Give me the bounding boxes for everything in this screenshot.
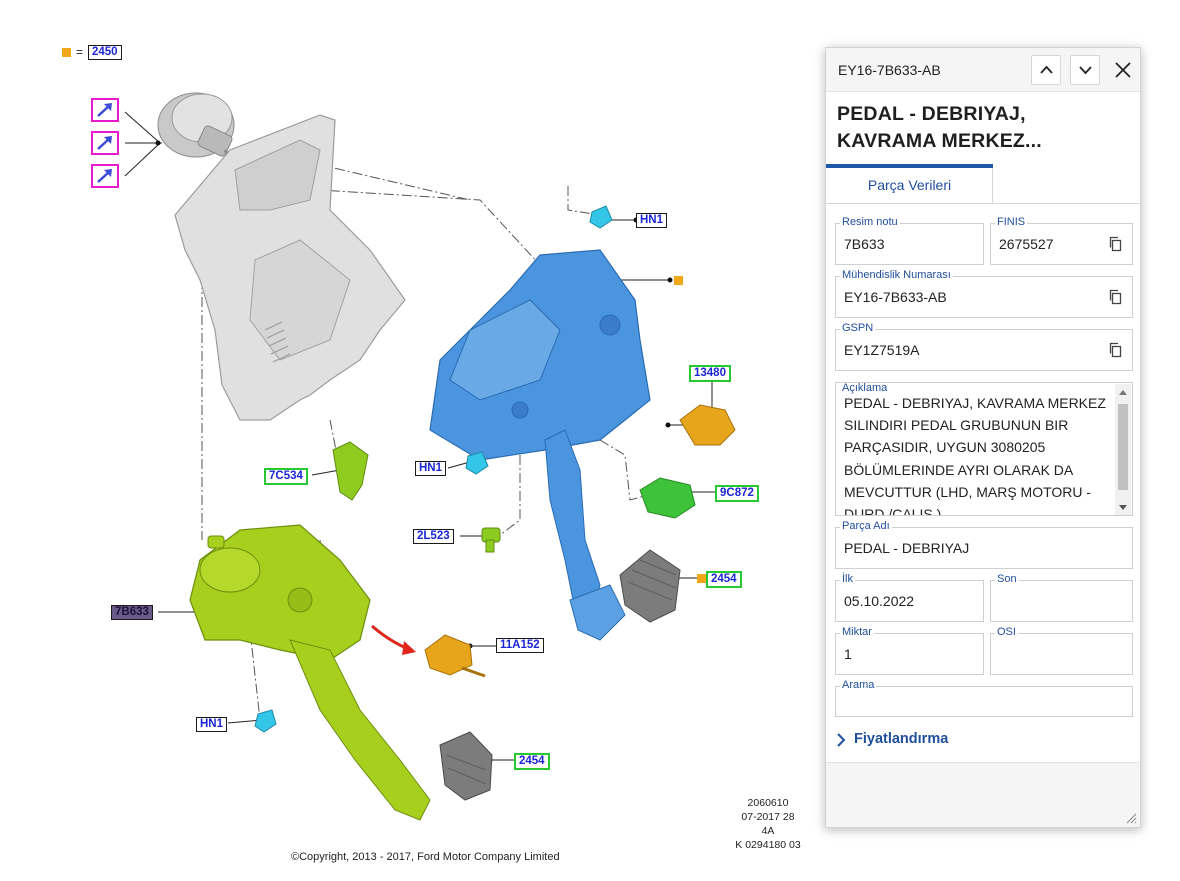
panel-header: EY16-7B633-AB xyxy=(826,48,1140,92)
part-marker xyxy=(697,574,706,583)
field-value: EY16-7B633-AB xyxy=(844,289,947,305)
ref-line: 4A xyxy=(761,825,775,837)
callout-7b633[interactable]: 7B633 xyxy=(111,605,153,620)
callout-hn1-mid[interactable]: HN1 xyxy=(415,461,447,476)
field-value: 05.10.2022 xyxy=(844,593,915,609)
field-label: Parça Adı xyxy=(840,520,892,533)
diagram-reference: 2060610 07-2017 28 4A K 0294180 03 xyxy=(728,796,808,852)
tab-bar: Parça Verileri xyxy=(826,164,1140,204)
muhendislik-numarasi-field[interactable]: Mühendislik Numarası EY16-7B633-AB xyxy=(835,269,1133,318)
legend-callout[interactable]: 2450 xyxy=(88,45,122,60)
clip-top xyxy=(589,205,613,229)
callout-hn1-top[interactable]: HN1 xyxy=(636,213,668,228)
hand-icon[interactable] xyxy=(91,164,119,188)
callout-11a152[interactable]: 11A152 xyxy=(496,638,544,653)
field-value: EY1Z7519A xyxy=(844,342,920,358)
arama-field[interactable]: Arama xyxy=(835,679,1133,717)
scroll-down-icon[interactable] xyxy=(1119,505,1127,510)
field-label: Resim notu xyxy=(840,216,900,229)
miktar-field[interactable]: Miktar 1 xyxy=(835,626,984,675)
aciklama-textarea[interactable]: Açıklama PEDAL - DEBRIYAJ, KAVRAMA MERKE… xyxy=(835,382,1133,516)
bolt-2l523 xyxy=(481,527,501,553)
chevron-right-icon xyxy=(837,733,846,747)
clutch-pedal-pad xyxy=(439,731,493,801)
legend-marker xyxy=(62,48,71,57)
callout-7c534[interactable]: 7C534 xyxy=(264,468,308,485)
scroll-thumb[interactable] xyxy=(1118,404,1128,490)
callout-hn1-bottom[interactable]: HN1 xyxy=(196,717,228,732)
ref-line: 07-2017 28 xyxy=(741,811,795,823)
hand-icon[interactable] xyxy=(91,131,119,155)
clip-bottom xyxy=(254,709,277,733)
copy-icon[interactable] xyxy=(1108,236,1124,252)
copyright: ©Copyright, 2013 - 2017, Ford Motor Comp… xyxy=(291,851,560,863)
callout-9c872[interactable]: 9C872 xyxy=(715,485,759,502)
field-label: Son xyxy=(995,573,1019,586)
tab-parca-verileri[interactable]: Parça Verileri xyxy=(826,164,993,204)
chevron-up-icon xyxy=(1040,65,1053,74)
parts-diagram: = 2450 HN1 13480 HN1 9C872 7C534 2L523 2… xyxy=(0,0,820,881)
finis-field[interactable]: FINIS 2675527 xyxy=(990,216,1133,265)
tab-label: Parça Verileri xyxy=(867,177,952,193)
ilk-field[interactable]: İlk 05.10.2022 xyxy=(835,573,984,622)
textarea-value: PEDAL - DEBRIYAJ, KAVRAMA MERKEZ SILINDI… xyxy=(844,395,1106,516)
field-label: İlk xyxy=(840,573,855,586)
chevron-down-icon xyxy=(1079,66,1092,75)
close-button[interactable] xyxy=(1108,55,1138,85)
sensor-9c872 xyxy=(639,477,696,519)
field-label: Arama xyxy=(840,679,877,692)
switch-13480 xyxy=(679,404,736,446)
field-value: PEDAL - DEBRIYAJ xyxy=(844,540,970,556)
previous-button[interactable] xyxy=(1031,55,1061,85)
panel-footer xyxy=(826,762,1140,827)
osi-field[interactable]: OSI xyxy=(990,626,1133,675)
part-title: PEDAL - DEBRIYAJ, KAVRAMA MERKEZ... xyxy=(837,103,1042,152)
next-button[interactable] xyxy=(1070,55,1100,85)
field-label: Miktar xyxy=(840,626,874,639)
field-value: 1 xyxy=(844,646,852,662)
sensor-7c534 xyxy=(332,441,369,501)
tab-active-indicator xyxy=(826,164,993,168)
callout-2454-bottom[interactable]: 2454 xyxy=(514,753,550,770)
legend-equals: = xyxy=(76,45,84,59)
part-details-panel: EY16-7B633-AB PEDAL - DEBRIYAJ, KAVRAMA … xyxy=(825,47,1141,828)
scroll-up-icon[interactable] xyxy=(1119,390,1127,395)
field-label: FINIS xyxy=(995,216,1028,229)
copy-icon[interactable] xyxy=(1108,342,1124,358)
callout-13480[interactable]: 13480 xyxy=(689,365,731,382)
ref-line: K 0294180 03 xyxy=(735,839,801,851)
panel-header-title: EY16-7B633-AB xyxy=(838,62,941,78)
exploded-view-illustration xyxy=(124,92,736,821)
ref-line: 2060610 xyxy=(747,797,789,809)
scrollbar[interactable] xyxy=(1115,384,1131,515)
callout-2l523[interactable]: 2L523 xyxy=(413,529,454,544)
clutch-pedal-assembly xyxy=(189,524,431,821)
field-value: 2675527 xyxy=(999,236,1054,252)
callout-2454-right[interactable]: 2454 xyxy=(706,571,742,588)
field-label: GSPN xyxy=(840,322,876,335)
pricing-label: Fiyatlandırma xyxy=(854,731,949,747)
parca-adi-field[interactable]: Parça Adı PEDAL - DEBRIYAJ xyxy=(835,520,1133,569)
field-label: Mühendislik Numarası xyxy=(840,269,953,282)
resim-notu-field[interactable]: Resim notu 7B633 xyxy=(835,216,984,265)
son-field[interactable]: Son xyxy=(990,573,1133,622)
gspn-field[interactable]: GSPN EY1Z7519A xyxy=(835,322,1133,371)
brake-pedal-bracket xyxy=(429,249,651,641)
red-direction-arrow xyxy=(371,624,407,650)
close-icon xyxy=(1115,62,1131,78)
part-marker xyxy=(674,276,683,285)
hand-icon[interactable] xyxy=(91,98,119,122)
resize-handle-icon[interactable] xyxy=(1125,812,1137,824)
copy-icon[interactable] xyxy=(1108,289,1124,305)
field-label: OSI xyxy=(995,626,1018,639)
field-value: 7B633 xyxy=(844,236,885,252)
panel-body: PEDAL - DEBRIYAJ, KAVRAMA MERKEZ... Parç… xyxy=(826,92,1140,827)
